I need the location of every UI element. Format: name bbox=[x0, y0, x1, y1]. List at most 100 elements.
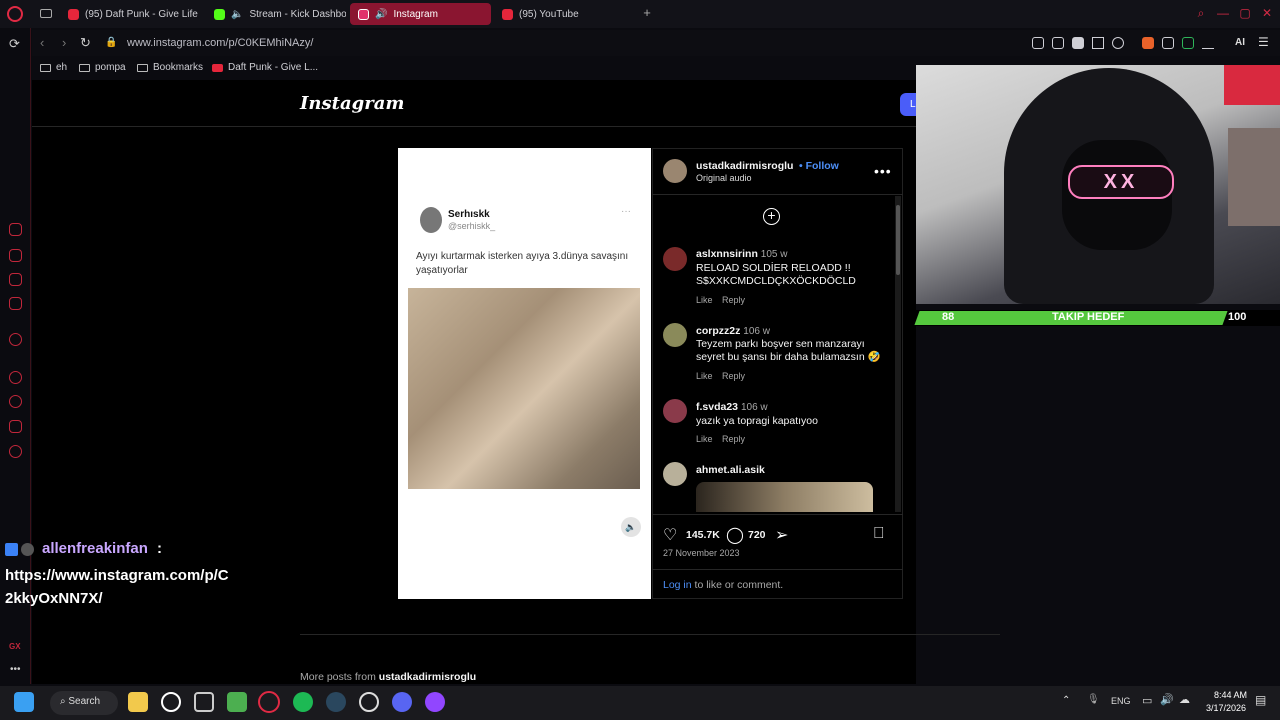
like-link[interactable]: Like bbox=[696, 434, 713, 444]
clock-time[interactable]: 8:44 AM bbox=[1214, 690, 1247, 700]
comment-username[interactable]: corpzz2z bbox=[696, 325, 740, 337]
menu-icon[interactable]: ☰ bbox=[1258, 35, 1269, 49]
tab-instagram[interactable]: 🔊 Instagram bbox=[350, 3, 491, 25]
like-link[interactable]: Like bbox=[696, 295, 713, 305]
play-icon[interactable] bbox=[1092, 37, 1104, 49]
reload-page-icon[interactable]: ↻ bbox=[80, 35, 91, 51]
more-posts-user[interactable]: ustadkadirmisroglu bbox=[379, 671, 476, 683]
notifications-icon[interactable]: ▤ bbox=[1255, 693, 1266, 707]
reply-link[interactable]: Reply bbox=[722, 295, 745, 305]
ai-button[interactable]: AI bbox=[1235, 37, 1245, 48]
share-icon[interactable]: ➢ bbox=[775, 525, 788, 545]
bookmark-daft-punk[interactable]: Daft Punk - Give L... bbox=[212, 62, 318, 73]
pin-icon[interactable] bbox=[1032, 37, 1044, 49]
puzzle-icon[interactable] bbox=[1162, 37, 1174, 49]
extension-icon[interactable] bbox=[1142, 37, 1154, 49]
language-indicator[interactable]: ENG bbox=[1111, 696, 1131, 706]
shield-icon[interactable] bbox=[1072, 37, 1084, 49]
follow-button[interactable]: • Follow bbox=[799, 160, 839, 172]
comment-user[interactable]: ahmet.ali.asik bbox=[696, 464, 765, 476]
new-tab-button[interactable]: + bbox=[640, 6, 654, 20]
comment-user[interactable]: aslxnnsirinn 105 w bbox=[696, 248, 787, 260]
sidebar-more-icon[interactable]: ••• bbox=[10, 664, 21, 675]
sidebar-gx-label[interactable]: GX bbox=[9, 642, 21, 651]
search-tabs-icon[interactable]: ⌕ bbox=[1194, 6, 1208, 20]
sidebar-player-icon[interactable] bbox=[9, 371, 22, 384]
cloud-icon[interactable]: ☁ bbox=[1179, 693, 1190, 706]
sidebar-twitch-icon[interactable] bbox=[9, 273, 22, 286]
author-name[interactable]: ustadkadirmisroglu bbox=[696, 160, 793, 172]
clock-date[interactable]: 3/17/2026 bbox=[1206, 703, 1246, 713]
unity-icon[interactable] bbox=[194, 692, 214, 712]
comment-avatar[interactable] bbox=[663, 247, 687, 271]
add-comment-icon[interactable]: + bbox=[763, 208, 780, 225]
comment-icon[interactable]: ◯ bbox=[726, 525, 744, 545]
spotify-icon[interactable] bbox=[293, 692, 313, 712]
microphone-icon[interactable]: 🎙 bbox=[1087, 694, 1100, 705]
workspaces-icon[interactable] bbox=[40, 9, 52, 18]
sidebar-extensions-icon[interactable] bbox=[9, 420, 22, 433]
more-options-icon[interactable]: ••• bbox=[874, 163, 892, 179]
tab-youtube[interactable]: (95) YouTube bbox=[494, 3, 634, 25]
video-frame[interactable] bbox=[408, 288, 640, 489]
opera-logo-icon[interactable] bbox=[7, 6, 23, 22]
minecraft-icon[interactable] bbox=[227, 692, 247, 712]
sidebar-history-icon[interactable] bbox=[9, 395, 22, 408]
reply-link[interactable]: Reply bbox=[722, 434, 745, 444]
comment-username[interactable]: ahmet.ali.asik bbox=[696, 464, 765, 476]
back-icon[interactable]: ‹ bbox=[40, 35, 44, 50]
download-icon[interactable] bbox=[1202, 37, 1214, 49]
sidebar-speed-dial-icon[interactable] bbox=[9, 223, 22, 236]
snapshot-icon[interactable] bbox=[1052, 37, 1064, 49]
bookmark-eh[interactable]: eh bbox=[40, 62, 67, 73]
discord-icon[interactable] bbox=[392, 692, 412, 712]
url-field[interactable]: www.instagram.com/p/C0KEMhiNAzy/ bbox=[127, 37, 313, 49]
scrollbar-thumb[interactable] bbox=[896, 205, 900, 275]
comment-avatar[interactable] bbox=[663, 462, 687, 486]
display-icon[interactable]: ▭ bbox=[1142, 694, 1152, 707]
bookmark-folder[interactable]: Bookmarks bbox=[137, 62, 203, 73]
comment-avatar[interactable] bbox=[663, 399, 687, 423]
bookmark-pompa[interactable]: pompa bbox=[79, 62, 126, 73]
sidebar-m-icon[interactable] bbox=[9, 297, 22, 310]
obs-icon[interactable] bbox=[359, 692, 379, 712]
taskbar-search[interactable]: ⌕ Search bbox=[50, 691, 118, 715]
instagram-logo[interactable]: Instagram bbox=[300, 93, 404, 114]
twitch-studio-icon[interactable] bbox=[425, 692, 445, 712]
sidebar-settings-icon[interactable] bbox=[9, 445, 22, 458]
comment-media[interactable] bbox=[696, 482, 873, 512]
tray-chevron-icon[interactable]: ⌃ bbox=[1062, 695, 1070, 706]
comment-username[interactable]: f.svda23 bbox=[696, 401, 738, 413]
vpn-icon[interactable] bbox=[1182, 37, 1194, 49]
login-link[interactable]: Log in bbox=[663, 579, 692, 591]
comment-avatar[interactable] bbox=[663, 323, 687, 347]
close-icon[interactable]: ✕ bbox=[1260, 6, 1274, 20]
comment-user[interactable]: corpzz2z 106 w bbox=[696, 325, 770, 337]
opera-gx-taskbar-icon[interactable] bbox=[258, 691, 280, 713]
tab-daft-punk[interactable]: (95) Daft Punk - Give Life bbox=[60, 3, 200, 25]
heart-icon[interactable]: ♡ bbox=[663, 525, 677, 545]
volume-icon[interactable]: 🔊 bbox=[1160, 693, 1174, 706]
reload-icon[interactable]: ⟳ bbox=[9, 36, 20, 52]
sidebar-bag-icon[interactable] bbox=[9, 249, 22, 262]
steelseries-icon[interactable] bbox=[161, 692, 181, 712]
windows-start-icon[interactable] bbox=[14, 692, 34, 712]
tab-kick[interactable]: 🔈 Stream - Kick Dashboa bbox=[206, 3, 346, 25]
forward-icon[interactable]: › bbox=[62, 35, 66, 50]
audio-label[interactable]: Original audio bbox=[696, 173, 752, 183]
reply-link[interactable]: Reply bbox=[722, 371, 745, 381]
sidebar-ublock-icon[interactable] bbox=[9, 333, 22, 346]
minimize-icon[interactable]: — bbox=[1216, 6, 1230, 20]
bookmark-icon[interactable]: ⎕ bbox=[874, 525, 884, 543]
mute-icon[interactable]: 🔈 bbox=[621, 517, 641, 537]
comment-count[interactable]: 720 bbox=[748, 529, 766, 541]
comment-username[interactable]: aslxnnsirinn bbox=[696, 248, 758, 260]
author-avatar[interactable] bbox=[663, 159, 687, 183]
maximize-icon[interactable]: ▢ bbox=[1238, 6, 1252, 20]
comment-user[interactable]: f.svda23 106 w bbox=[696, 401, 768, 413]
file-explorer-icon[interactable] bbox=[128, 692, 148, 712]
heart-icon[interactable] bbox=[1112, 37, 1124, 49]
like-count[interactable]: 145.7K bbox=[686, 529, 720, 541]
steam-icon[interactable] bbox=[326, 692, 346, 712]
like-link[interactable]: Like bbox=[696, 371, 713, 381]
